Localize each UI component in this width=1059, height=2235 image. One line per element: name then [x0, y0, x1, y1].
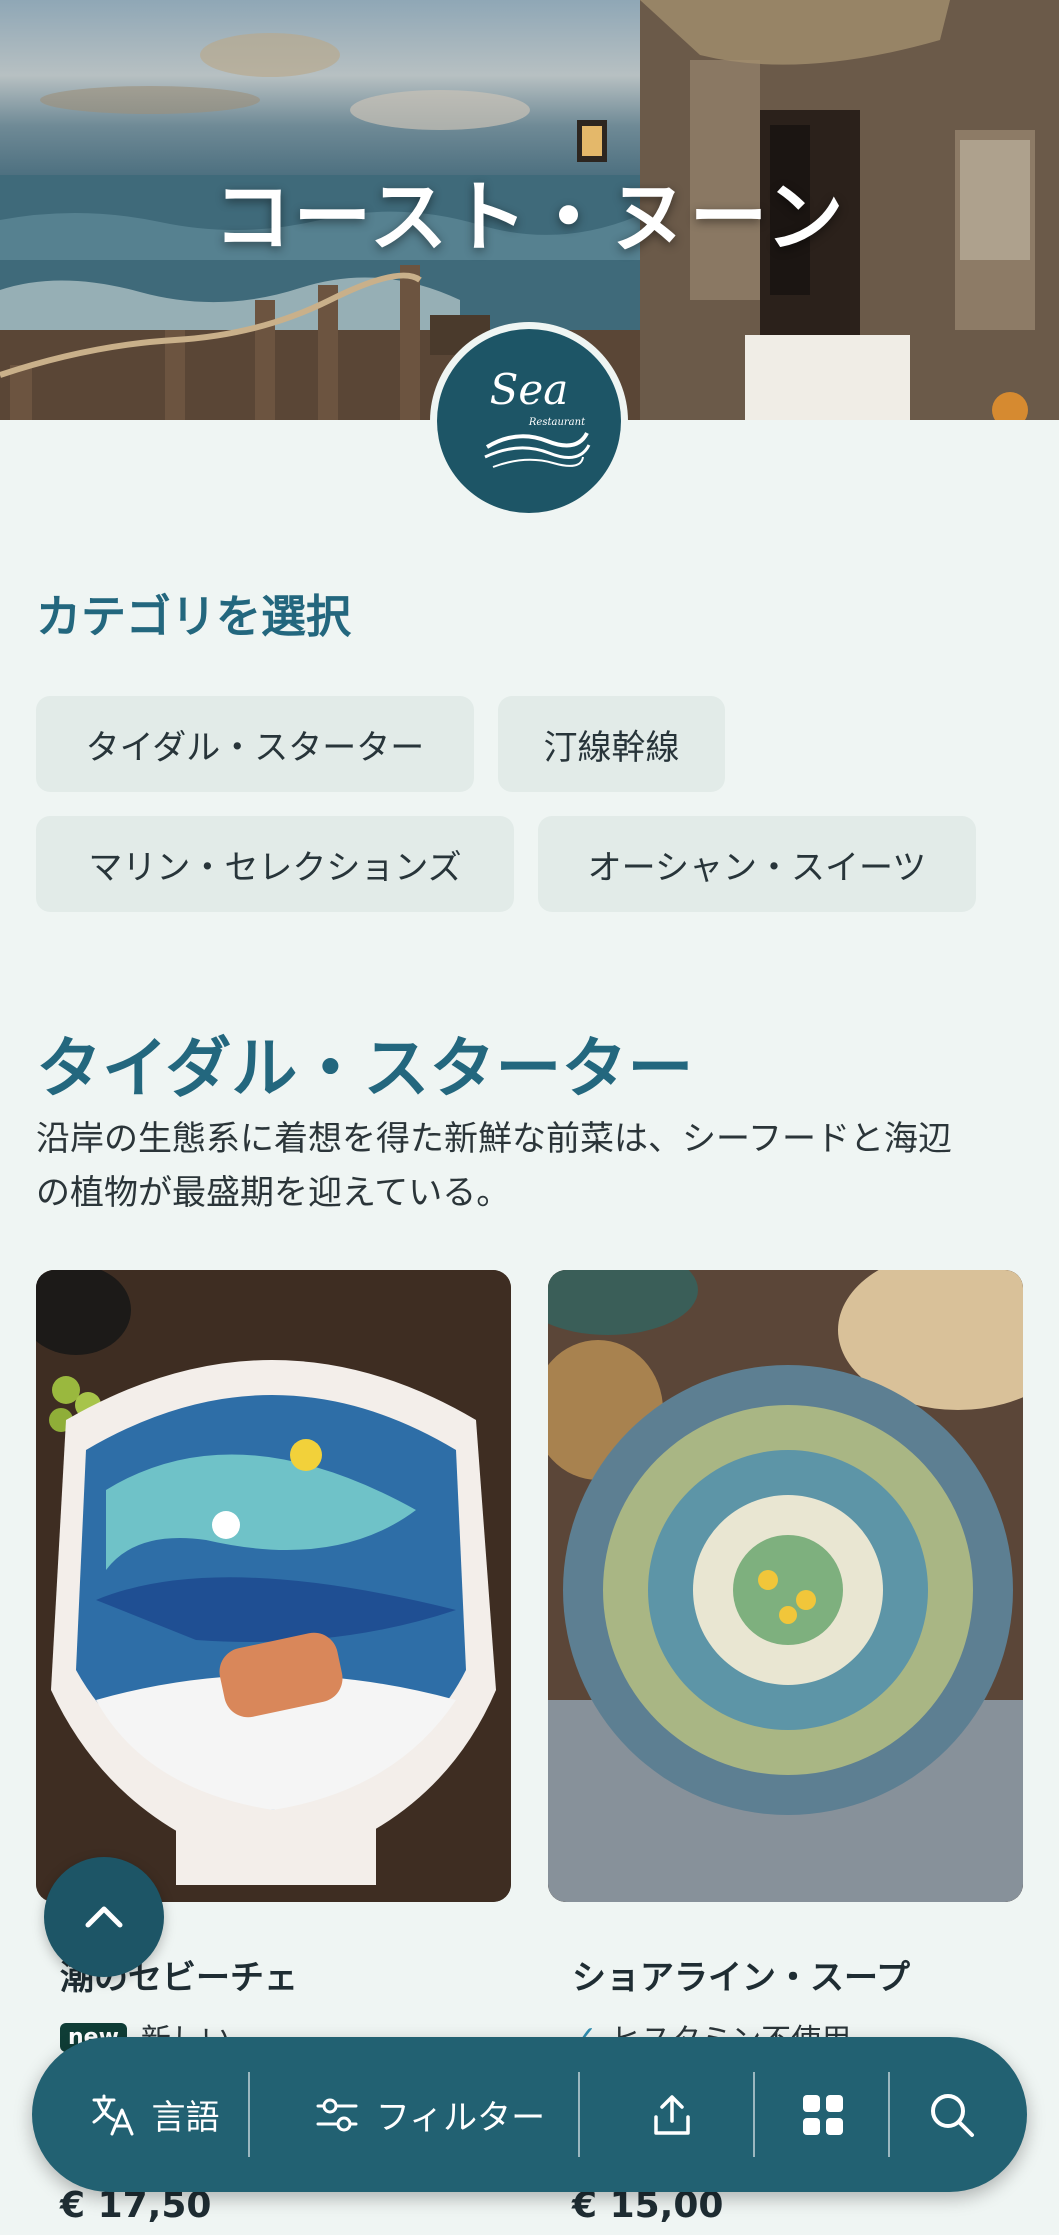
search-icon	[931, 2093, 974, 2137]
filter-button[interactable]: フィルター	[257, 2037, 602, 2192]
filter-label: フィルター	[375, 2098, 546, 2138]
toolbar-divider	[888, 2072, 890, 2157]
ceviche-photo	[36, 1270, 511, 1902]
sliders-icon	[316, 2098, 358, 2131]
chevron-up-icon	[85, 1906, 123, 1928]
toolbar-divider	[753, 2072, 755, 2157]
dish-image-soup[interactable]	[548, 1270, 1023, 1902]
category-chip-shoreline[interactable]: 汀線幹線	[498, 696, 725, 792]
chip-label: 汀線幹線	[543, 727, 680, 768]
section-title: タイダル・スターター	[36, 1030, 694, 1107]
section-description: 沿岸の生態系に着想を得た新鮮な前菜は、シーフードと海辺 の植物が最盛期を迎えてい…	[36, 1112, 1026, 1220]
chip-label: オーシャン・スイーツ	[587, 847, 927, 888]
share-icon	[654, 2094, 690, 2135]
page-title: コースト・ヌーン	[213, 173, 846, 263]
category-chip-tidal-starters[interactable]: タイダル・スターター	[36, 696, 474, 792]
language-label: 言語	[151, 2098, 220, 2138]
section-description-line: 沿岸の生態系に着想を得た新鮮な前菜は、シーフードと海辺	[36, 1119, 952, 1159]
search-button[interactable]	[897, 2037, 1007, 2192]
bottom-toolbar: 言語 フィルター	[32, 2037, 1027, 2192]
translate-icon	[92, 2094, 133, 2135]
scroll-top-button[interactable]	[44, 1857, 164, 1977]
soup-photo	[548, 1270, 1023, 1902]
restaurant-logo[interactable]: Sea Restaurant	[437, 329, 621, 513]
toolbar-divider	[578, 2072, 580, 2157]
chip-label: タイダル・スターター	[85, 727, 425, 768]
toolbar-divider	[248, 2072, 250, 2157]
section-description-line: の植物が最盛期を迎えている。	[36, 1173, 511, 1213]
category-chip-marine-selections[interactable]: マリン・セレクションズ	[36, 816, 514, 912]
grid-icon	[803, 2094, 843, 2135]
grid-view-button[interactable]	[762, 2037, 884, 2192]
category-heading: カテゴリを選択	[36, 590, 352, 643]
wave-icon	[484, 431, 591, 468]
share-button[interactable]	[587, 2037, 757, 2192]
chip-label: マリン・セレクションズ	[88, 847, 462, 888]
language-button[interactable]: 言語	[67, 2037, 242, 2192]
dish-name[interactable]: ショアライン・スープ	[572, 1950, 910, 1999]
dish-image-ceviche[interactable]	[36, 1270, 511, 1902]
category-chip-ocean-sweets[interactable]: オーシャン・スイーツ	[538, 816, 976, 912]
